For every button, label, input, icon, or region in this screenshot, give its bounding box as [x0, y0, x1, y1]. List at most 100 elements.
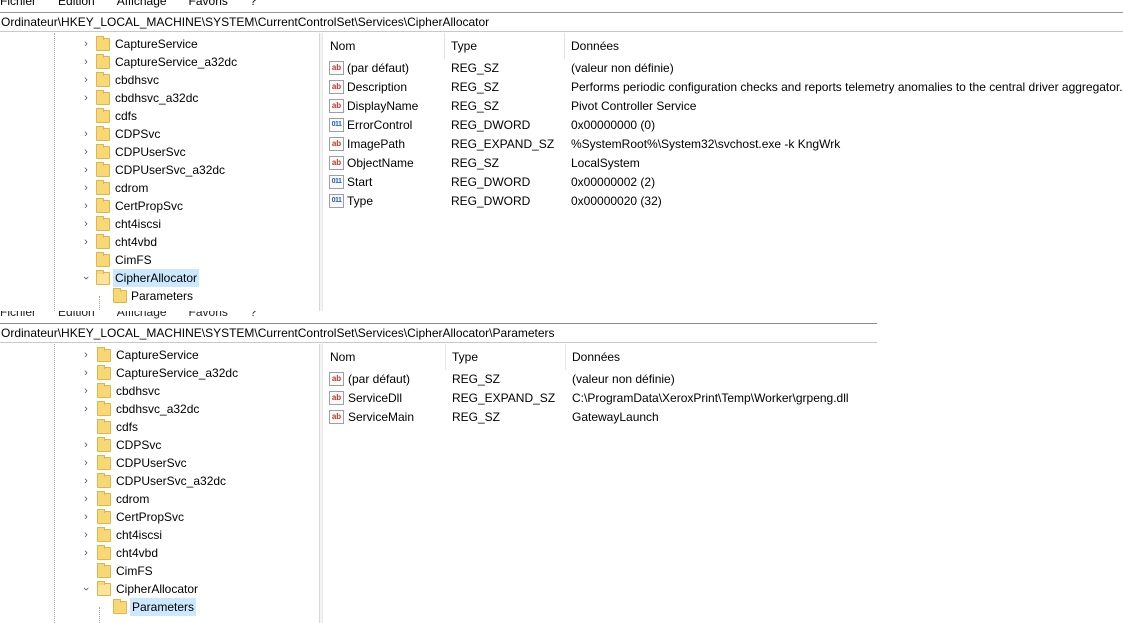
column-header-name[interactable]: Nom [324, 33, 445, 59]
chevron-down-icon[interactable]: › [77, 583, 95, 595]
chevron-right-icon[interactable]: › [80, 346, 92, 364]
tree-item-cdpusersvc-a32dc[interactable]: › CDPUserSvc_a32dc [0, 472, 319, 490]
tree-item-cdpusersvc[interactable]: › CDPUserSvc [0, 143, 319, 161]
value-row[interactable]: ab ImagePath REG_EXPAND_SZ %SystemRoot%\Sys… [324, 135, 1123, 154]
folder-icon [96, 144, 110, 159]
tree-item-label: cdfs [116, 420, 139, 434]
tree-item-cdpsvc[interactable]: › CDPSvc [0, 436, 319, 454]
folder-icon [96, 252, 110, 267]
tree-item-cdpusersvc-a32dc[interactable]: › CDPUserSvc_a32dc [0, 161, 319, 179]
column-header-data[interactable]: Données [565, 33, 1123, 59]
menu-help[interactable]: ? [250, 0, 257, 8]
tree-item-captureservice-a32dc[interactable]: › CaptureService_a32dc [0, 364, 319, 382]
value-row[interactable]: ab ObjectName REG_SZ LocalSystem [324, 154, 1123, 173]
value-type: REG_DWORD [451, 175, 531, 189]
tree-item-captureservice-a32dc[interactable]: › CaptureService_a32dc [0, 53, 319, 71]
string-value-icon: ab [329, 410, 344, 424]
chevron-right-icon[interactable]: › [80, 382, 92, 400]
value-row[interactable]: 011 Start REG_DWORD 0x00000002 (2) [324, 173, 1123, 192]
tree-item-cht4vbd[interactable]: › cht4vbd [0, 233, 319, 251]
column-header-data[interactable]: Données [566, 344, 1123, 370]
value-row[interactable]: ab (par défaut) REG_SZ (valeur non définie) [324, 59, 1123, 78]
tree-item-cht4vbd[interactable]: › cht4vbd [0, 544, 319, 562]
tree-item-cdpsvc[interactable]: › CDPSvc [0, 125, 319, 143]
tree-item-cht4iscsi[interactable]: › cht4iscsi [0, 526, 319, 544]
menu-fichier[interactable]: Fichier [0, 311, 36, 319]
address-bar[interactable]: Ordinateur\HKEY_LOCAL_MACHINE\SYSTEM\Cur… [0, 323, 877, 343]
tree-item-cdfs[interactable]: cdfs [0, 418, 319, 436]
column-header-type[interactable]: Type [446, 344, 566, 370]
menu-edition[interactable]: Edition [58, 311, 95, 319]
tree-item-label: CDPUserSvc_a32dc [116, 474, 227, 488]
tree-item-cht4iscsi[interactable]: › cht4iscsi [0, 215, 319, 233]
tree-item-cbdhsvc-a32dc[interactable]: › cbdhsvc_a32dc [0, 89, 319, 107]
chevron-right-icon[interactable]: › [80, 179, 92, 197]
tree-item-cipherallocator[interactable]: › CipherAllocator [0, 580, 319, 598]
tree-item-cimfs[interactable]: CimFS [0, 251, 319, 269]
value-name: (par défaut) [348, 372, 411, 386]
chevron-right-icon[interactable]: › [80, 35, 92, 53]
tree-item-cbdhsvc-a32dc[interactable]: › cbdhsvc_a32dc [0, 400, 319, 418]
menu-edition[interactable]: Edition [58, 0, 95, 8]
tree-item-cdpusersvc[interactable]: › CDPUserSvc [0, 454, 319, 472]
value-name: ServiceMain [348, 410, 415, 424]
value-row[interactable]: ab ServiceMain REG_SZ GatewayLaunch [324, 408, 1123, 427]
menu-favoris[interactable]: Favoris [189, 0, 228, 8]
value-row[interactable]: ab DisplayName REG_SZ Pivot Controller Serv… [324, 97, 1123, 116]
chevron-right-icon[interactable]: › [80, 161, 92, 179]
value-type: REG_EXPAND_SZ [452, 391, 556, 405]
chevron-right-icon[interactable]: › [80, 197, 92, 215]
tree-item-cimfs[interactable]: CimFS [0, 562, 319, 580]
tree-item-cdrom[interactable]: › cdrom [0, 490, 319, 508]
value-row[interactable]: 011 ErrorControl REG_DWORD 0x00000000 (0) [324, 116, 1123, 135]
folder-icon [96, 108, 110, 123]
tree-item-parameters[interactable]: Parameters [0, 287, 319, 305]
value-row[interactable]: ab Description REG_SZ Performs periodic con… [324, 78, 1123, 97]
column-header-name[interactable]: Nom [324, 344, 446, 370]
dword-value-icon: 011 [329, 175, 344, 189]
value-data: C:\ProgramData\XeroxPrint\Temp\Worker\gr… [572, 391, 849, 405]
chevron-right-icon[interactable]: › [80, 508, 92, 526]
value-row[interactable]: 011 Type REG_DWORD 0x00000020 (32) [324, 192, 1123, 211]
tree-item-cdfs[interactable]: cdfs [0, 107, 319, 125]
string-value-icon: ab [329, 80, 344, 94]
tree-item-cipherallocator[interactable]: › CipherAllocator [0, 269, 319, 287]
chevron-right-icon[interactable]: › [80, 364, 92, 382]
tree-item-certpropsvc[interactable]: › CertPropSvc [0, 508, 319, 526]
menu-fichier[interactable]: Fichier [0, 0, 36, 8]
chevron-right-icon[interactable]: › [80, 400, 92, 418]
chevron-right-icon[interactable]: › [80, 215, 92, 233]
menu-affichage[interactable]: Affichage [117, 311, 167, 319]
chevron-right-icon[interactable]: › [80, 454, 92, 472]
pane-splitter[interactable] [319, 33, 323, 311]
menu-favoris[interactable]: Favoris [189, 311, 228, 319]
chevron-right-icon[interactable]: › [80, 436, 92, 454]
tree-item-captureservice[interactable]: › CaptureService [0, 346, 319, 364]
tree-item-captureservice[interactable]: › CaptureService [0, 35, 319, 53]
chevron-right-icon[interactable]: › [80, 89, 92, 107]
menu-affichage[interactable]: Affichage [117, 0, 167, 8]
address-bar[interactable]: Ordinateur\HKEY_LOCAL_MACHINE\SYSTEM\Cur… [0, 12, 1123, 32]
tree-item-cbdhsvc[interactable]: › cbdhsvc [0, 71, 319, 89]
chevron-right-icon[interactable]: › [80, 526, 92, 544]
chevron-right-icon[interactable]: › [80, 143, 92, 161]
pane-splitter[interactable] [319, 344, 323, 623]
value-row[interactable]: ab ServiceDll REG_EXPAND_SZ C:\ProgramData\… [324, 389, 1123, 408]
chevron-down-icon[interactable]: › [77, 272, 95, 284]
chevron-right-icon[interactable]: › [80, 53, 92, 71]
chevron-right-icon[interactable]: › [80, 71, 92, 89]
chevron-right-icon[interactable]: › [80, 490, 92, 508]
tree-item-parameters[interactable]: Parameters [0, 598, 319, 616]
value-row[interactable]: ab (par défaut) REG_SZ (valeur non définie) [324, 370, 1123, 389]
folder-icon [97, 383, 111, 398]
menu-help[interactable]: ? [250, 311, 257, 319]
chevron-right-icon[interactable]: › [80, 472, 92, 490]
tree-item-cdrom[interactable]: › cdrom [0, 179, 319, 197]
folder-icon [97, 509, 111, 524]
chevron-right-icon[interactable]: › [80, 233, 92, 251]
chevron-right-icon[interactable]: › [80, 125, 92, 143]
column-header-type[interactable]: Type [445, 33, 565, 59]
tree-item-cbdhsvc[interactable]: › cbdhsvc [0, 382, 319, 400]
tree-item-certpropsvc[interactable]: › CertPropSvc [0, 197, 319, 215]
chevron-right-icon[interactable]: › [80, 544, 92, 562]
